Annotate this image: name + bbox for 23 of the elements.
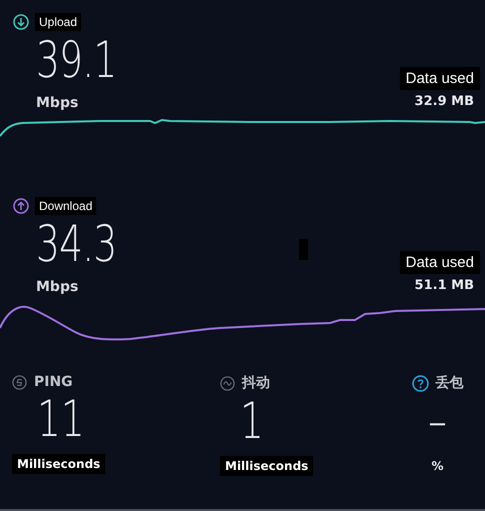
- wave-icon: [220, 376, 235, 390]
- stat-unit: %: [430, 458, 445, 475]
- stat-label: PING: [34, 374, 73, 390]
- stat-unit: Milliseconds: [12, 454, 106, 474]
- data-used-label: Data used: [400, 67, 480, 90]
- data-used-value: 51.1 MB: [414, 278, 475, 293]
- ping-icon: [12, 374, 27, 390]
- speed-value: 39.1: [36, 31, 116, 89]
- speed-label: Upload: [35, 13, 82, 31]
- data-used-label: Data used: [400, 251, 480, 274]
- stat-label: 丢包: [436, 374, 464, 392]
- data-used-value: 32.9 MB: [414, 94, 475, 109]
- speed-unit: Mbps: [36, 95, 80, 111]
- help-icon: [412, 374, 428, 392]
- stat-label: 抖动: [242, 374, 270, 392]
- stat-value: 11: [37, 390, 85, 448]
- speed-label: Download: [35, 197, 96, 215]
- stat-value: –: [428, 392, 447, 450]
- redaction-mark: [299, 239, 308, 260]
- speed-value: 34.3: [36, 215, 116, 273]
- stat-unit: Milliseconds: [220, 456, 314, 476]
- speed-unit: Mbps: [36, 279, 80, 295]
- stat-value: 1: [240, 392, 264, 450]
